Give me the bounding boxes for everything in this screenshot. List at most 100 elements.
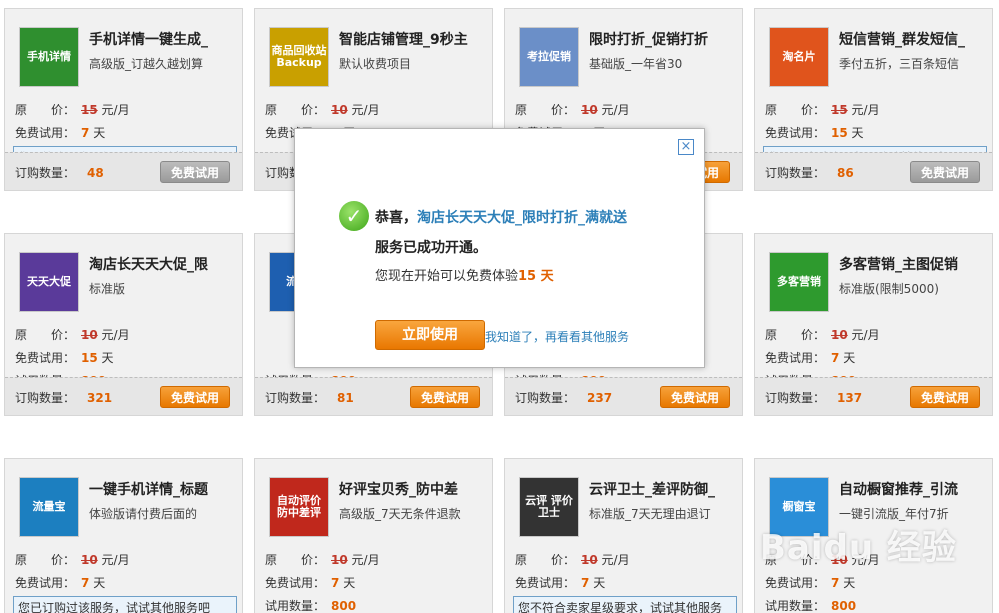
- service-card[interactable]: 流量宝 一键手机详情_标题 体验版请付费后面的原 价： 10 元/月 免费试用： 7 天您…: [4, 458, 243, 613]
- logo-text: 流量宝: [32, 499, 66, 513]
- price-row: 原 价： 10 元/月: [515, 101, 630, 118]
- orders-row: 订购数量： 137: [765, 389, 862, 406]
- price-row: 原 价： 10 元/月: [15, 551, 130, 568]
- card-footer: 订购数量： 137 免费试用: [755, 377, 992, 415]
- service-logo[interactable]: 手机详情: [19, 27, 79, 87]
- price-label: 原 价：: [15, 103, 76, 117]
- orders-row: 订购数量： 48: [15, 164, 104, 181]
- trial-days: 7: [81, 126, 90, 140]
- logo-text: 多客营销: [777, 274, 821, 288]
- trial-count: 800: [331, 599, 357, 613]
- free-trial-button[interactable]: 免费试用: [660, 386, 730, 408]
- service-title[interactable]: 淘店长天天大促_限: [89, 254, 239, 274]
- service-card[interactable]: 淘名片 短信营销_群发短信_ 季付五折，三百条短信原 价： 15 元/月 免费试用： 15…: [754, 8, 993, 191]
- notice-text: 您不符合卖家星级要求，试试其他服务: [518, 601, 723, 613]
- original-price: 10: [331, 103, 348, 117]
- price-label: 原 价：: [15, 553, 76, 567]
- service-title[interactable]: 一键手机详情_标题: [89, 479, 239, 499]
- service-edition: 季付五折，三百条短信: [839, 57, 960, 71]
- service-logo[interactable]: 云评 评价卫士: [519, 477, 579, 537]
- service-card[interactable]: 天天大促淘店长天天大促_限标准版原 价：10 元/月免费试用：15 天试用数量：…: [4, 233, 243, 416]
- orders-label: 订购数量：: [265, 391, 326, 405]
- trial-days: 15 天: [518, 269, 554, 284]
- trial-days: 15: [81, 351, 98, 365]
- service-card[interactable]: 自动评价 防中差评 好评宝贝秀_防中差 高级版_7天无条件退款原 价： 10 元/月免…: [254, 458, 493, 613]
- free-trial-button[interactable]: 免费试用: [160, 386, 230, 408]
- price-unit: 元/月: [101, 328, 130, 342]
- trial-unit: 天: [843, 351, 856, 365]
- trial-row: 免费试用： 7 天: [265, 574, 355, 591]
- original-price: 10: [81, 328, 98, 342]
- trial-label: 免费试用：: [15, 351, 76, 365]
- trial-label: 免费试用：: [15, 576, 76, 590]
- see-other-services-link[interactable]: 我知道了，再看看其他服务: [485, 328, 629, 345]
- service-name-link[interactable]: 淘店长天天大促_限时打折_满就送: [417, 210, 627, 226]
- orders-row: 订购数量： 237: [515, 389, 612, 406]
- card-footer: 订购数量： 48 免费试用: [5, 152, 242, 190]
- trial-count: 800: [831, 599, 857, 613]
- trial-label: 免费试用：: [515, 576, 576, 590]
- price-row: 原 价： 15 元/月: [765, 101, 880, 118]
- service-title[interactable]: 短信营销_群发短信_: [839, 29, 989, 49]
- count-row: 试用数量： 800: [265, 597, 356, 613]
- service-card[interactable]: 云评 评价卫士 云评卫士_差评防御_ 标准版_7天无理由退订原 价： 10 元/月 免费…: [504, 458, 743, 613]
- free-trial-button[interactable]: 免费试用: [910, 386, 980, 408]
- service-title[interactable]: 智能店铺管理_9秒主: [339, 29, 489, 49]
- orders-count: 237: [587, 391, 613, 405]
- card-footer: 订购数量： 81 免费试用: [255, 377, 492, 415]
- price-unit: 元/月: [851, 103, 880, 117]
- service-title[interactable]: 多客营销_主图促销: [839, 254, 989, 274]
- trial-unit: 天: [93, 576, 106, 590]
- orders-label: 订购数量：: [15, 391, 76, 405]
- service-title[interactable]: 自动橱窗推荐_引流: [839, 479, 989, 499]
- use-now-button[interactable]: 立即使用: [375, 320, 485, 350]
- price-label: 原 价：: [765, 328, 826, 342]
- card-footer: 订购数量： 237 免费试用: [505, 377, 742, 415]
- free-trial-button[interactable]: 免费试用: [160, 161, 230, 183]
- service-logo[interactable]: 流量宝: [19, 477, 79, 537]
- free-trial-button[interactable]: 免费试用: [910, 161, 980, 183]
- orders-count: 321: [87, 391, 113, 405]
- service-logo[interactable]: 自动评价 防中差评: [269, 477, 329, 537]
- card-head: 淘名片 短信营销_群发短信_ 季付五折，三百条短信: [765, 27, 985, 89]
- service-logo[interactable]: 商品回收站 Backup: [269, 27, 329, 87]
- close-icon[interactable]: ×: [678, 139, 694, 155]
- service-logo[interactable]: 考拉促销: [519, 27, 579, 87]
- service-logo[interactable]: 天天大促: [19, 252, 79, 312]
- card-head: 流量宝 一键手机详情_标题 体验版请付费后面的: [15, 477, 235, 539]
- orders-label: 订购数量：: [15, 166, 76, 180]
- service-card[interactable]: 多客营销 多客营销_主图促销 标准版(限制5000) 原 价： 10 元/月 免费试用： 7…: [754, 233, 993, 416]
- orders-count: 137: [837, 391, 863, 405]
- logo-text: 淘名片: [782, 49, 816, 63]
- service-card[interactable]: 手机详情 手机详情一键生成_ 高级版_订越久越划算原 价： 15 元/月 免费试用： 7 …: [4, 8, 243, 191]
- original-price: 15: [81, 103, 98, 117]
- service-title[interactable]: 云评卫士_差评防御_: [589, 479, 739, 499]
- orders-row: 订购数量： 81: [265, 389, 354, 406]
- trial-unit: 天: [93, 126, 106, 140]
- service-edition: 基础版_一年省30: [589, 57, 683, 71]
- price-label: 原 价：: [515, 103, 576, 117]
- price-unit: 元/月: [101, 103, 130, 117]
- service-title[interactable]: 手机详情一键生成_: [89, 29, 239, 49]
- price-unit: 元/月: [351, 103, 380, 117]
- price-unit: 元/月: [851, 328, 880, 342]
- original-price: 10: [331, 553, 348, 567]
- service-title[interactable]: 限时打折_促销打折: [589, 29, 739, 49]
- trial-days: 7: [81, 576, 90, 590]
- card-head: 商品回收站 Backup 智能店铺管理_9秒主 默认收费项目: [265, 27, 485, 89]
- service-title[interactable]: 好评宝贝秀_防中差: [339, 479, 489, 499]
- logo-text: 商品回收站 Backup: [271, 43, 327, 69]
- trial-row: 免费试用： 7 天: [15, 574, 105, 591]
- service-logo[interactable]: 多客营销: [769, 252, 829, 312]
- price-unit: 元/月: [101, 553, 130, 567]
- card-head: 考拉促销 限时打折_促销打折 基础版_一年省30: [515, 27, 735, 89]
- price-row: 原 价： 10 元/月: [265, 101, 380, 118]
- price-row: 原 价： 10 元/月: [765, 326, 880, 343]
- price-label: 原 价：: [765, 103, 826, 117]
- free-trial-button[interactable]: 免费试用: [410, 386, 480, 408]
- price-label: 原 价：: [265, 103, 326, 117]
- trial-days: 7: [331, 576, 340, 590]
- service-logo[interactable]: 淘名片: [769, 27, 829, 87]
- trial-days: 7: [831, 351, 840, 365]
- dialog-opened-text: 服务已成功开通。: [375, 240, 487, 256]
